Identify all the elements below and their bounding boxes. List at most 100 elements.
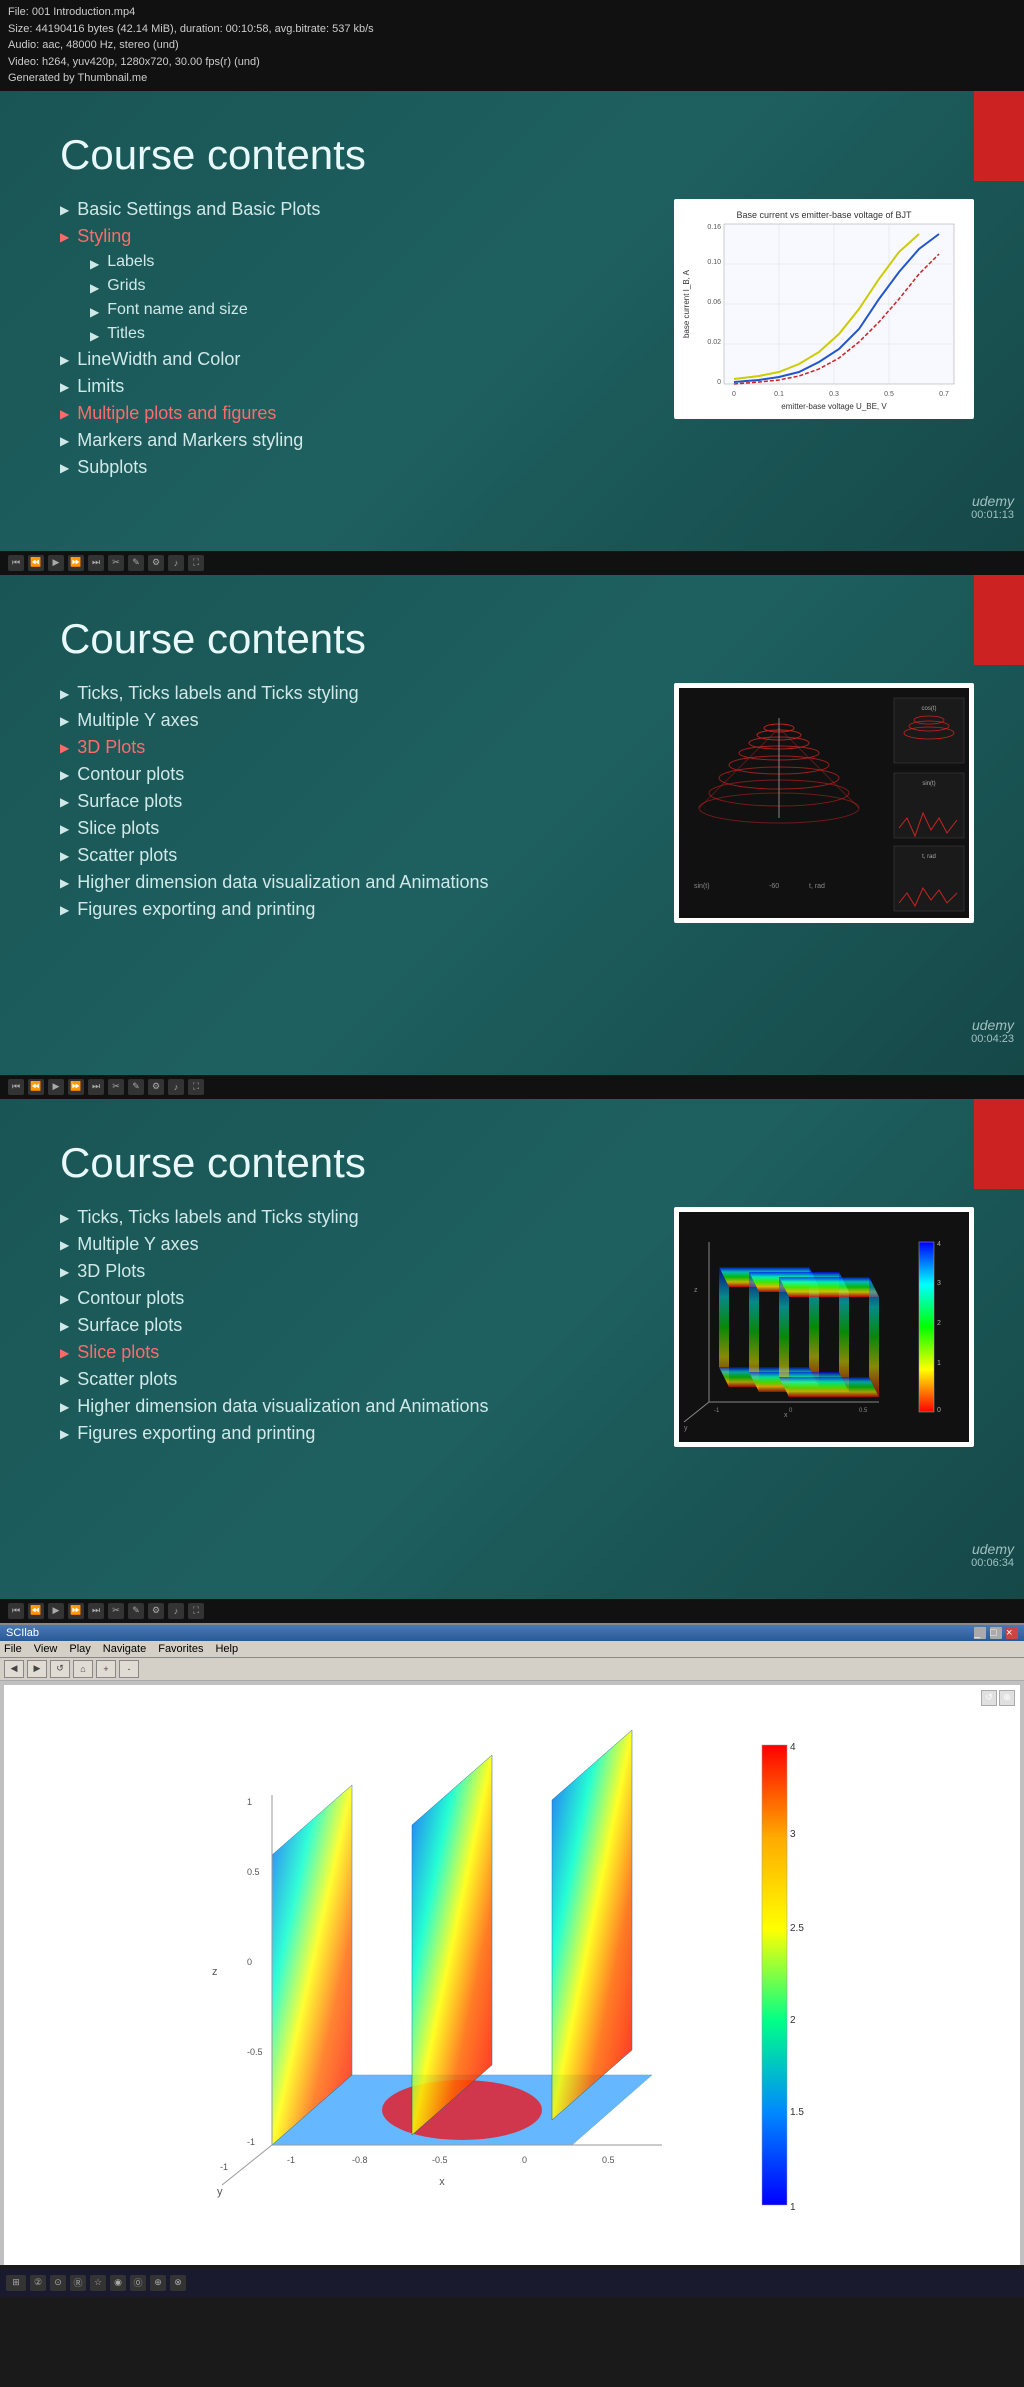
settings-button[interactable]: ⚙ bbox=[148, 555, 164, 571]
forward-button[interactable]: ⏩ bbox=[68, 1079, 84, 1095]
cut-button[interactable]: ✂ bbox=[108, 555, 124, 571]
item-label: Higher dimension data visualization and … bbox=[77, 1396, 488, 1417]
start-button[interactable]: ⊞ bbox=[6, 2275, 26, 2291]
cut-button[interactable]: ✂ bbox=[108, 1079, 124, 1095]
taskbar-btn-1[interactable]: ② bbox=[30, 2275, 46, 2291]
arrow-icon: ▶ bbox=[60, 903, 69, 917]
rewind-button[interactable]: ⏪ bbox=[28, 1603, 44, 1619]
taskbar-btn-4[interactable]: ☆ bbox=[90, 2275, 106, 2291]
play-button[interactable]: ⏮ bbox=[8, 1079, 24, 1095]
item-label: LineWidth and Color bbox=[77, 349, 240, 370]
end-button[interactable]: ⏭ bbox=[88, 1079, 104, 1095]
arrow-icon: ▶ bbox=[60, 1238, 69, 1252]
fullscreen-button[interactable]: ⛶ bbox=[188, 555, 204, 571]
taskbar-btn-6[interactable]: ⓪ bbox=[130, 2275, 146, 2291]
file-info-line5: Generated by Thumbnail.me bbox=[8, 70, 1016, 87]
list-item: ▶ Ticks, Ticks labels and Ticks styling bbox=[60, 1207, 654, 1228]
svg-text:1: 1 bbox=[937, 1360, 941, 1367]
rewind-button[interactable]: ⏪ bbox=[28, 555, 44, 571]
arrow-icon: ▶ bbox=[60, 1427, 69, 1441]
scilab-menubar[interactable]: File View Play Navigate Favorites Help bbox=[0, 1641, 1024, 1658]
item-label: Markers and Markers styling bbox=[77, 430, 303, 451]
list-item: ▶ Subplots bbox=[60, 457, 654, 478]
taskbar-btn-3[interactable]: Ⓡ bbox=[70, 2275, 86, 2291]
item-label: Slice plots bbox=[77, 1342, 159, 1363]
item-label: Labels bbox=[107, 253, 154, 271]
rotate-button[interactable]: ↺ bbox=[981, 1690, 997, 1706]
menu-navigate[interactable]: Navigate bbox=[103, 1643, 146, 1655]
arrow-icon: ▶ bbox=[60, 687, 69, 701]
minimize-button[interactable]: _ bbox=[974, 1627, 986, 1639]
toolbar-zoom-in[interactable]: + bbox=[96, 1660, 116, 1678]
settings-button[interactable]: ⚙ bbox=[148, 1603, 164, 1619]
arrow-icon: ▶ bbox=[60, 1346, 69, 1360]
toolbar-home[interactable]: ⌂ bbox=[73, 1660, 93, 1678]
toolbar-back[interactable]: ◀ bbox=[4, 1660, 24, 1678]
svg-text:-1: -1 bbox=[247, 2137, 255, 2147]
taskbar[interactable]: ⊞ ② ⊙ Ⓡ ☆ ◉ ⓪ ⊕ ⊗ bbox=[0, 2269, 1024, 2297]
controls-bar-2[interactable]: ⏮ ⏪ ▶ ⏩ ⏭ ✂ ✎ ⚙ ♪ ⛶ bbox=[0, 1075, 1024, 1099]
menu-play[interactable]: Play bbox=[69, 1643, 90, 1655]
menu-file[interactable]: File bbox=[4, 1643, 22, 1655]
fullscreen-button[interactable]: ⛶ bbox=[188, 1079, 204, 1095]
scilab-window: SCIlab _ □ × File View Play Navigate Fav… bbox=[0, 1623, 1024, 2265]
pause-button[interactable]: ▶ bbox=[48, 555, 64, 571]
edit-button[interactable]: ✎ bbox=[128, 555, 144, 571]
menu-view[interactable]: View bbox=[34, 1643, 58, 1655]
item-label: Titles bbox=[107, 325, 145, 343]
svg-text:sin(t): sin(t) bbox=[922, 781, 935, 787]
plot-toolbar[interactable]: ↺ ⊕ bbox=[981, 1690, 1015, 1706]
arrow-icon: ▶ bbox=[60, 768, 69, 782]
corner-decoration-3 bbox=[974, 1099, 1024, 1189]
play-button[interactable]: ⏮ bbox=[8, 1603, 24, 1619]
controls-bar-1[interactable]: ⏮ ⏪ ▶ ⏩ ⏭ ✂ ✎ ⚙ ♪ ⛶ bbox=[0, 551, 1024, 575]
udemy-badge-1: udemy 00:01:13 bbox=[971, 493, 1014, 521]
pause-button[interactable]: ▶ bbox=[48, 1079, 64, 1095]
svg-text:-1: -1 bbox=[220, 2162, 228, 2172]
edit-button[interactable]: ✎ bbox=[128, 1079, 144, 1095]
svg-text:t, rad: t, rad bbox=[809, 883, 825, 890]
slide-1-title: Course contents bbox=[60, 131, 974, 179]
volume-button[interactable]: ♪ bbox=[168, 1603, 184, 1619]
taskbar-btn-7[interactable]: ⊕ bbox=[150, 2275, 166, 2291]
svg-text:0.16: 0.16 bbox=[707, 224, 721, 231]
forward-button[interactable]: ⏩ bbox=[68, 1603, 84, 1619]
window-controls[interactable]: _ □ × bbox=[974, 1627, 1018, 1639]
svg-text:0.5: 0.5 bbox=[247, 1867, 260, 1877]
item-label: Font name and size bbox=[107, 301, 248, 319]
volume-button[interactable]: ♪ bbox=[168, 1079, 184, 1095]
menu-favorites[interactable]: Favorites bbox=[158, 1643, 203, 1655]
rewind-button[interactable]: ⏪ bbox=[28, 1079, 44, 1095]
play-button[interactable]: ⏮ bbox=[8, 555, 24, 571]
controls-bar-3[interactable]: ⏮ ⏪ ▶ ⏩ ⏭ ✂ ✎ ⚙ ♪ ⛶ bbox=[0, 1599, 1024, 1623]
arrow-icon: ▶ bbox=[60, 1265, 69, 1279]
pause-button[interactable]: ▶ bbox=[48, 1603, 64, 1619]
toolbar-forward[interactable]: ▶ bbox=[27, 1660, 47, 1678]
svg-text:0.10: 0.10 bbox=[707, 259, 721, 266]
menu-help[interactable]: Help bbox=[215, 1643, 238, 1655]
zoom-button[interactable]: ⊕ bbox=[999, 1690, 1015, 1706]
corner-decoration-2 bbox=[974, 575, 1024, 665]
fullscreen-button[interactable]: ⛶ bbox=[188, 1603, 204, 1619]
settings-button[interactable]: ⚙ bbox=[148, 1079, 164, 1095]
forward-button[interactable]: ⏩ bbox=[68, 555, 84, 571]
toolbar-zoom-out[interactable]: - bbox=[119, 1660, 139, 1678]
taskbar-btn-8[interactable]: ⊗ bbox=[170, 2275, 186, 2291]
scilab-toolbar[interactable]: ◀ ▶ ↺ ⌂ + - bbox=[0, 1658, 1024, 1681]
toolbar-refresh[interactable]: ↺ bbox=[50, 1660, 70, 1678]
svg-text:Base current vs emitter-base v: Base current vs emitter-base voltage of … bbox=[736, 210, 912, 220]
svg-text:4: 4 bbox=[790, 1742, 796, 1753]
chart-2: sin(t) -60 t, rad cos(t) sin(t) t, rad bbox=[674, 683, 974, 923]
end-button[interactable]: ⏭ bbox=[88, 1603, 104, 1619]
edit-button[interactable]: ✎ bbox=[128, 1603, 144, 1619]
svg-text:0: 0 bbox=[937, 1407, 941, 1414]
volume-button[interactable]: ♪ bbox=[168, 555, 184, 571]
taskbar-btn-2[interactable]: ⊙ bbox=[50, 2275, 66, 2291]
cut-button[interactable]: ✂ bbox=[108, 1603, 124, 1619]
udemy-logo-3: udemy bbox=[971, 1541, 1014, 1557]
taskbar-btn-5[interactable]: ◉ bbox=[110, 2275, 126, 2291]
end-button[interactable]: ⏭ bbox=[88, 555, 104, 571]
close-button[interactable]: × bbox=[1006, 1627, 1018, 1639]
chart-3-svg: 4 3 2 1 0 x z y -1 0 0.5 bbox=[679, 1212, 969, 1442]
maximize-button[interactable]: □ bbox=[990, 1627, 1002, 1639]
